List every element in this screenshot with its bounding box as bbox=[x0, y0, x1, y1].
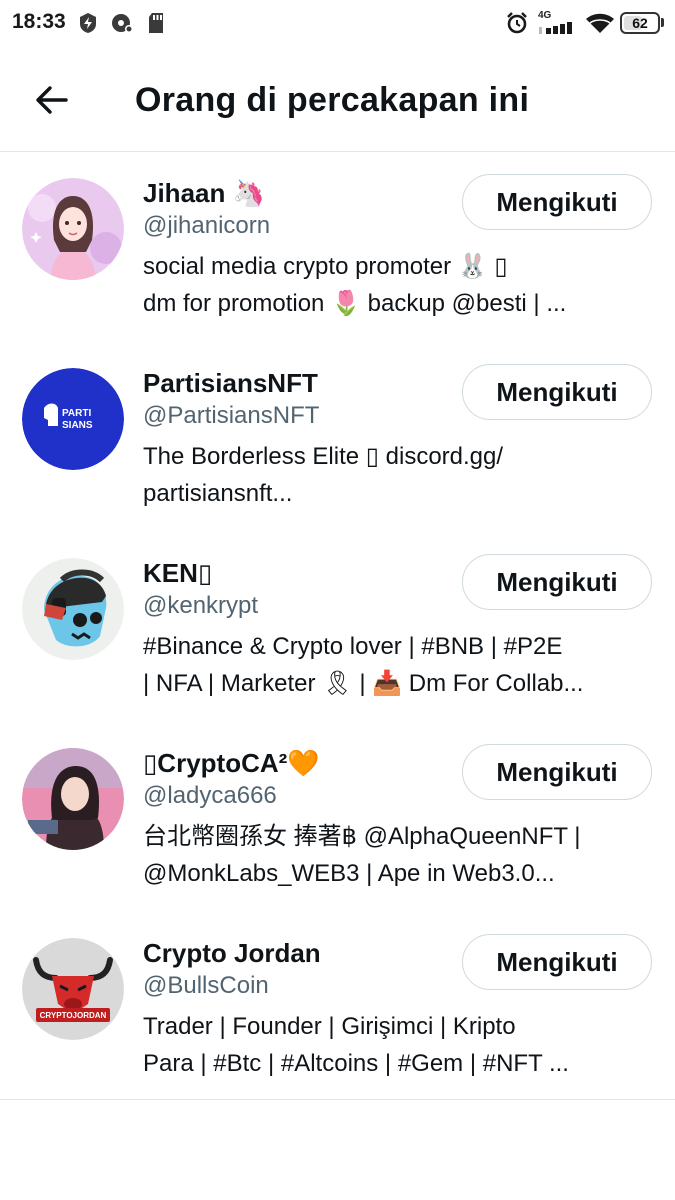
bio-line: The Borderless Elite ▯ discord.gg/ bbox=[143, 443, 504, 470]
bio-line: dm for promotion 🌷 backup @besti | ... bbox=[143, 290, 567, 317]
status-time: 18:33 bbox=[12, 10, 66, 33]
signal-icon bbox=[539, 22, 572, 34]
following-button[interactable]: Mengikuti bbox=[462, 554, 652, 610]
user-name[interactable]: Jihaan 🦄 bbox=[143, 178, 265, 209]
arrow-left-icon[interactable] bbox=[32, 80, 72, 120]
user-name[interactable]: Crypto Jordan bbox=[143, 938, 321, 969]
bio-line: Para | #Btc | #Altcoins | #Gem | #NFT ..… bbox=[143, 1050, 569, 1077]
avatar-text: PARTI bbox=[62, 408, 91, 419]
sd-card-icon bbox=[149, 13, 163, 33]
user-name[interactable]: KEN▯ bbox=[143, 558, 212, 589]
battery-tip bbox=[661, 18, 664, 27]
avatar[interactable] bbox=[22, 558, 124, 660]
user-bio: Trader | Founder | Girişimci | Kripto Pa… bbox=[143, 1008, 653, 1082]
bio-line: 台北幣圈孫女 捧著฿ @AlphaQueenNFT | bbox=[143, 823, 581, 850]
avatar[interactable]: PARTI SIANS bbox=[22, 368, 124, 470]
bio-line: social media crypto promoter 🐰 ▯ bbox=[143, 253, 508, 280]
bio-line: Trader | Founder | Girişimci | Kripto bbox=[143, 1013, 516, 1040]
avatar-text: CRYPTOJORDAN bbox=[40, 1011, 107, 1020]
battery-icon: 62 bbox=[620, 12, 660, 34]
bio-line: partisiansnft... bbox=[143, 480, 293, 507]
battery-percent: 62 bbox=[632, 15, 648, 31]
alarm-icon bbox=[507, 12, 527, 34]
charging-bolt-icon bbox=[80, 13, 96, 33]
user-name[interactable]: ▯CryptoCA²🧡 bbox=[143, 748, 320, 779]
user-handle: @ladyca666 bbox=[143, 782, 277, 809]
following-button[interactable]: Mengikuti bbox=[462, 934, 652, 990]
user-bio: 台北幣圈孫女 捧著฿ @AlphaQueenNFT | @MonkLabs_WE… bbox=[143, 818, 653, 892]
bio-line: @MonkLabs_WEB3 | Ape in Web3.0... bbox=[143, 860, 555, 887]
avatar[interactable] bbox=[22, 748, 124, 850]
header: Orang di percakapan ini bbox=[0, 48, 675, 152]
user-bio: social media crypto promoter 🐰 ▯ dm for … bbox=[143, 248, 653, 322]
user-row-kenkrypt[interactable]: KEN▯ @kenkrypt #Binance & Crypto lover |… bbox=[0, 532, 675, 722]
following-button[interactable]: Mengikuti bbox=[462, 744, 652, 800]
user-row-bullscoin[interactable]: CRYPTOJORDAN Crypto Jordan @BullsCoin Tr… bbox=[0, 912, 675, 1108]
user-handle: @jihanicorn bbox=[143, 212, 271, 239]
user-handle: @BullsCoin bbox=[143, 972, 269, 999]
avatar[interactable]: CRYPTOJORDAN bbox=[22, 938, 124, 1040]
user-row-jihanicorn[interactable]: Jihaan 🦄 @jihanicorn social media crypto… bbox=[0, 152, 675, 342]
network-type: 4G bbox=[538, 10, 552, 21]
status-bar: 18:33 4G 62 bbox=[0, 0, 675, 48]
user-name[interactable]: PartisiansNFT bbox=[143, 368, 318, 399]
wifi-icon bbox=[586, 13, 614, 33]
bio-line: #Binance & Crypto lover | #BNB | #P2E bbox=[143, 633, 563, 660]
user-list: Jihaan 🦄 @jihanicorn social media crypto… bbox=[0, 152, 675, 1108]
following-button[interactable]: Mengikuti bbox=[462, 174, 652, 230]
avatar-text: SIANS bbox=[62, 420, 93, 431]
user-row-partisiansnft[interactable]: PARTI SIANS PartisiansNFT @PartisiansNFT… bbox=[0, 342, 675, 532]
avatar[interactable] bbox=[22, 178, 124, 280]
user-bio: #Binance & Crypto lover | #BNB | #P2E | … bbox=[143, 628, 653, 702]
user-handle: @kenkrypt bbox=[143, 592, 259, 619]
user-bio: The Borderless Elite ▯ discord.gg/ parti… bbox=[143, 438, 653, 512]
bio-line: | NFA | Marketer 🎗 | 📥 Dm For Collab... bbox=[143, 670, 584, 697]
following-button[interactable]: Mengikuti bbox=[462, 364, 652, 420]
user-handle: @PartisiansNFT bbox=[143, 402, 320, 429]
user-row-ladyca666[interactable]: ▯CryptoCA²🧡 @ladyca666 台北幣圈孫女 捧著฿ @Alpha… bbox=[0, 722, 675, 912]
page-title: Orang di percakapan ini bbox=[135, 81, 530, 119]
list-end-divider bbox=[0, 1099, 675, 1100]
sync-disc-icon bbox=[112, 14, 133, 33]
